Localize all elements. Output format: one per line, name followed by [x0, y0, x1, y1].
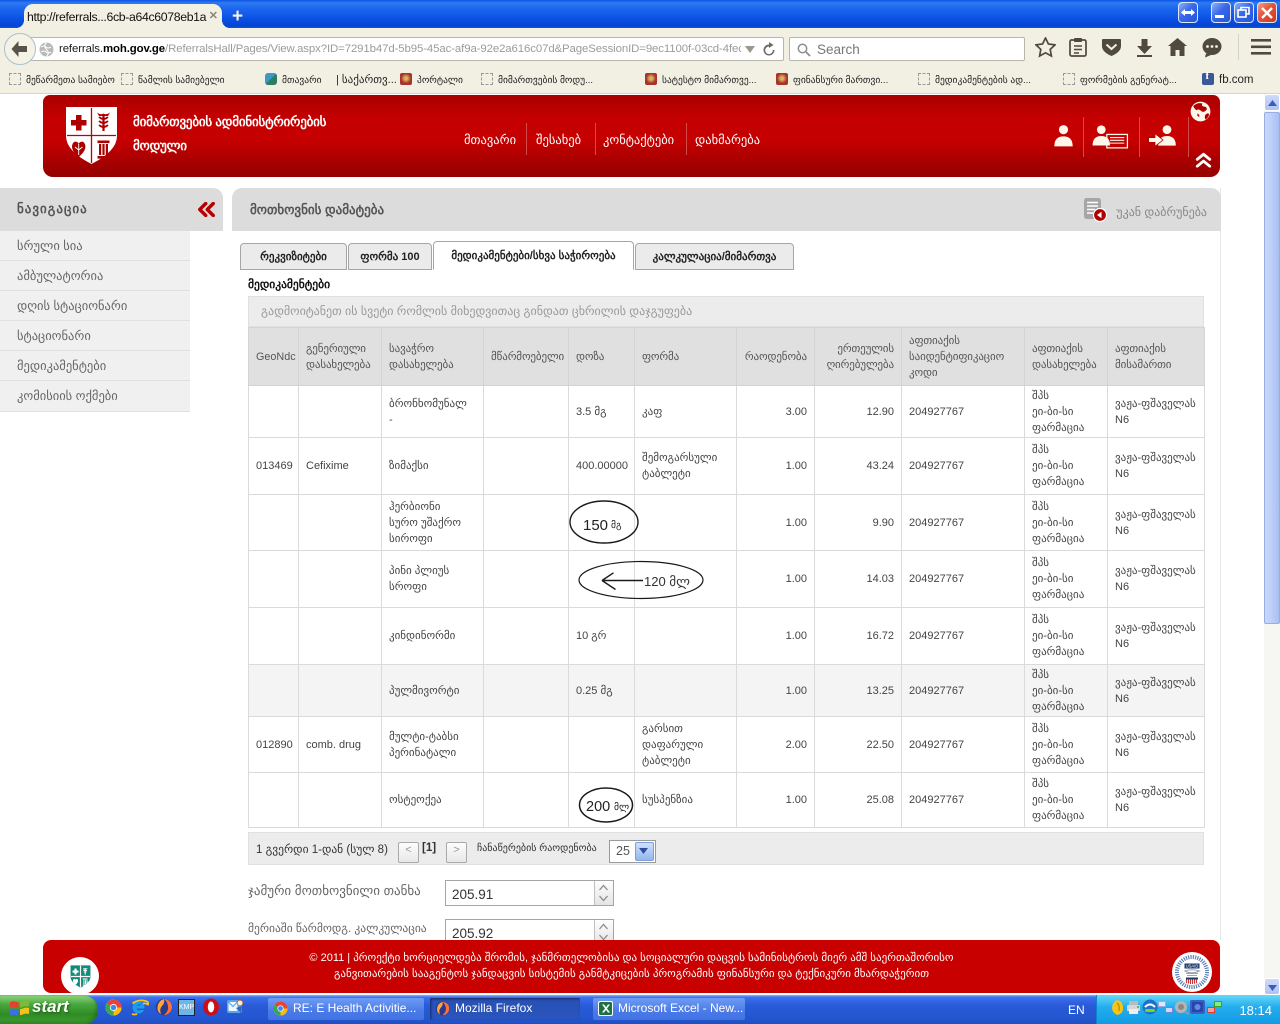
svg-text:მგ: მგ — [611, 519, 622, 531]
svg-text:200: 200 — [586, 799, 610, 815]
svg-text:120 მლ: 120 მლ — [644, 574, 690, 589]
svg-text:მლ: მლ — [614, 801, 630, 813]
svg-text:150: 150 — [583, 517, 608, 534]
